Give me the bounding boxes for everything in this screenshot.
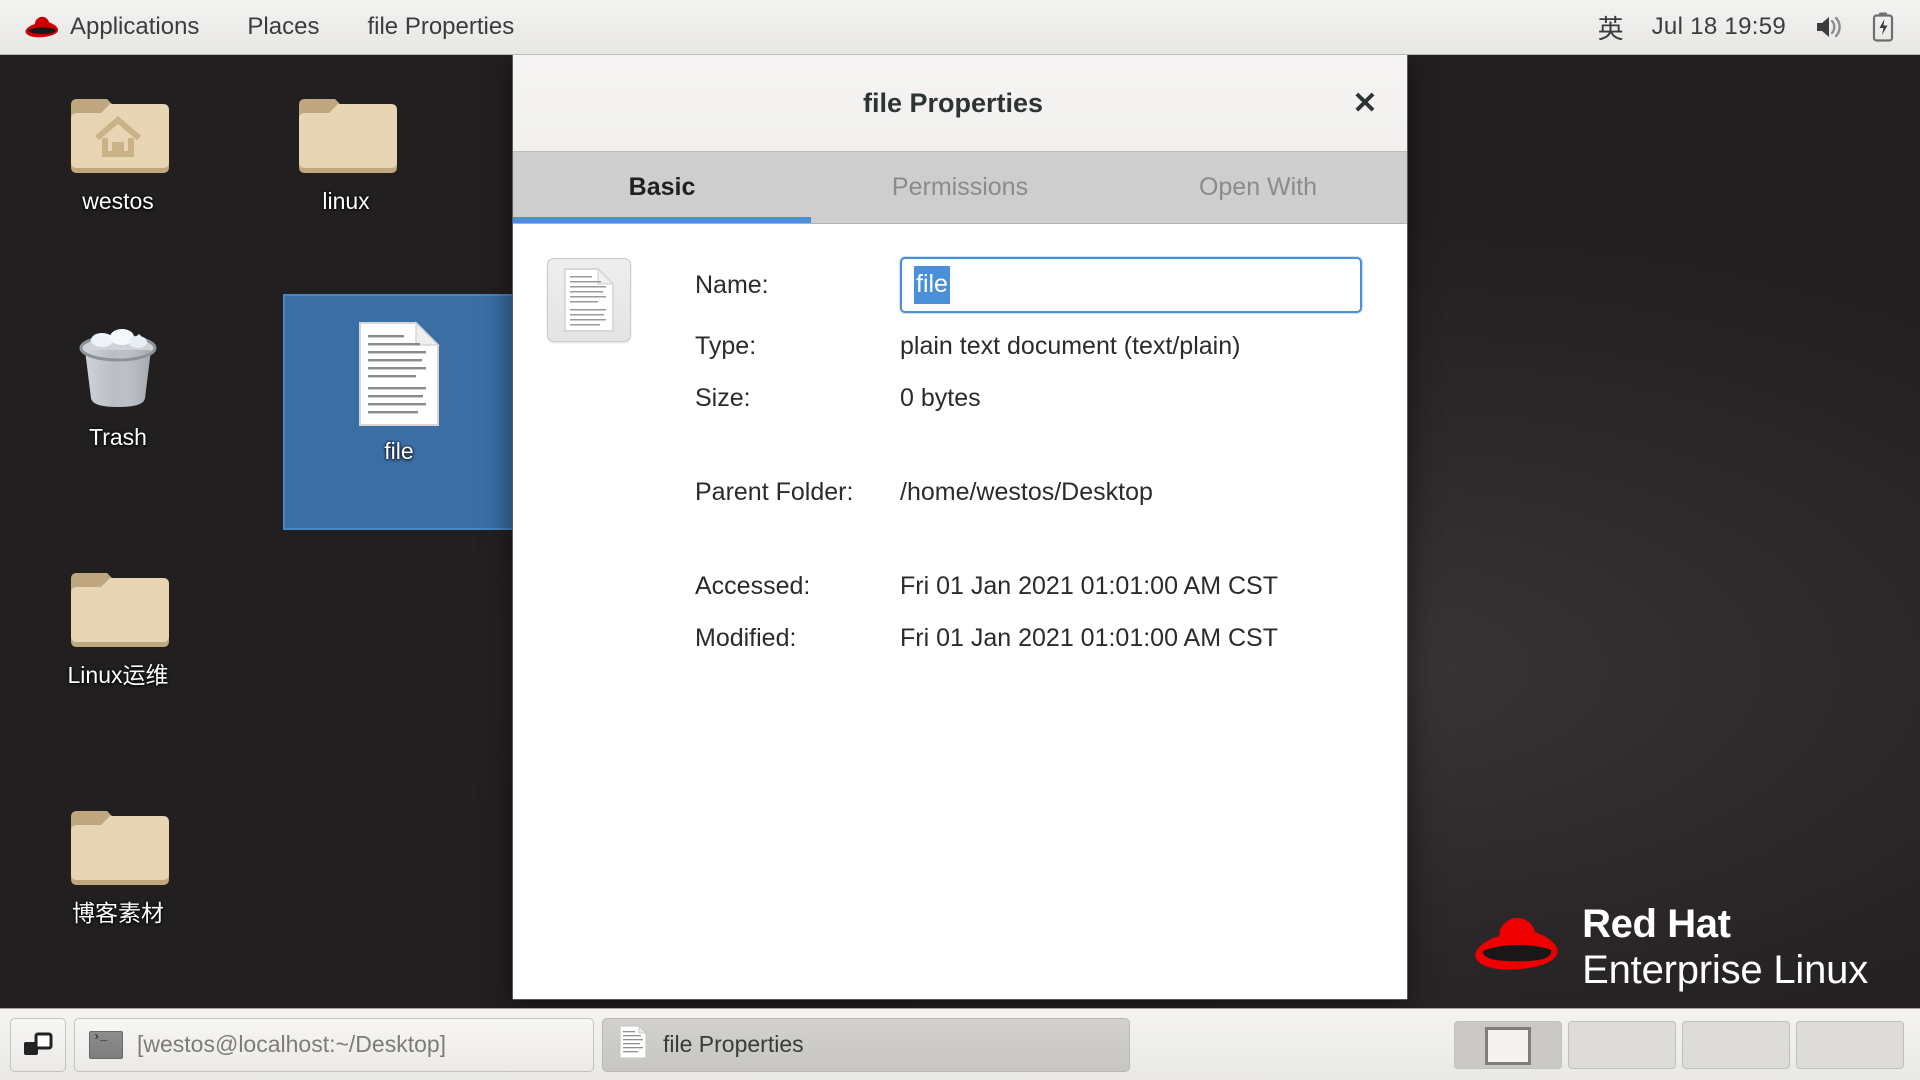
row-parent-folder: Parent Folder: /home/westos/Desktop (695, 466, 1373, 518)
tab-permissions[interactable]: Permissions (811, 152, 1109, 223)
parent-folder-value[interactable]: /home/westos/Desktop (900, 478, 1153, 507)
desktop-icon-linux[interactable]: linux (232, 72, 460, 216)
dialog-titlebar[interactable]: file Properties ✕ (513, 55, 1407, 152)
volume-speaker-icon[interactable] (1800, 14, 1858, 40)
red-hat-logo-icon (25, 14, 59, 41)
row-spacer-1 (695, 424, 1373, 466)
folder-icon (290, 84, 402, 180)
taskbar-item-label: [westos@localhost:~/Desktop] (137, 1031, 447, 1057)
desktop-icon-label: Linux运维 (67, 662, 169, 688)
desktop-icon-westos[interactable]: westos (4, 72, 232, 216)
tab-basic-label: Basic (628, 173, 696, 201)
show-desktop-icon[interactable] (10, 1017, 66, 1072)
tab-basic[interactable]: Basic (513, 152, 811, 223)
row-size: Size: 0 bytes (695, 372, 1373, 424)
desktop-icon-file[interactable]: file (283, 294, 515, 530)
text-document-icon (619, 1024, 648, 1064)
window-menu-label: file Properties (367, 13, 515, 40)
brand-line-2: Enterprise Linux (1582, 948, 1868, 992)
desktop-icon-label: westos (82, 188, 154, 214)
dialog-tabbar: Basic Permissions Open With (513, 152, 1407, 224)
folder-icon (62, 558, 174, 654)
row-type: Type: plain text document (text/plain) (695, 320, 1373, 372)
accessed-value: Fri 01 Jan 2021 01:01:00 AM CST (900, 571, 1278, 600)
trash-icon (62, 320, 174, 416)
taskbar-item-label: file Properties (663, 1031, 804, 1057)
desktop-icon-label: 博客素材 (72, 900, 164, 926)
desktop-icon-label: Trash (89, 424, 147, 450)
file-properties-dialog: file Properties ✕ Basic Permissions Open… (512, 55, 1408, 1000)
applications-menu-label: Applications (70, 13, 200, 40)
desktop-icon-boke-sucai[interactable]: 博客素材 (4, 784, 232, 928)
size-label: Size: (695, 383, 751, 412)
clock-label: Jul 18 19:59 (1651, 13, 1786, 40)
type-value: plain text document (text/plain) (900, 331, 1241, 360)
input-method-indicator[interactable]: 英 (1584, 9, 1638, 46)
file-preview-icon-cell (547, 250, 657, 664)
window-menu-file-properties[interactable]: file Properties (350, 13, 531, 41)
taskbar-item-file-properties[interactable]: file Properties (602, 1017, 1130, 1072)
clock-applet[interactable]: Jul 18 19:59 (1638, 13, 1800, 41)
desktop-icon-label: file (384, 438, 414, 464)
modified-label: Modified: (695, 623, 797, 652)
places-menu-label: Places (247, 13, 320, 40)
type-label: Type: (695, 331, 757, 360)
parent-folder-label: Parent Folder: (695, 477, 854, 506)
ime-label: 英 (1597, 13, 1624, 44)
row-spacer-2 (695, 518, 1373, 560)
workspace-2[interactable] (1568, 1020, 1676, 1069)
name-input[interactable]: file (900, 257, 1362, 313)
taskbar: [westos@localhost:~/Desktop] file Proper… (0, 1008, 1920, 1080)
folder-icon (62, 796, 174, 892)
workspace-3[interactable] (1682, 1020, 1790, 1069)
row-accessed: Accessed: Fri 01 Jan 2021 01:01:00 AM CS… (695, 560, 1373, 612)
workspace-window-preview (1485, 1026, 1531, 1065)
workspace-1[interactable] (1454, 1020, 1562, 1069)
size-value: 0 bytes (900, 383, 981, 412)
dialog-title: file Properties (862, 87, 1044, 118)
row-name: Name: file (695, 250, 1373, 320)
text-document-icon (547, 258, 631, 342)
desktop-icon-trash[interactable]: Trash (4, 308, 232, 452)
taskbar-item-terminal[interactable]: [westos@localhost:~/Desktop] (74, 1017, 594, 1072)
rhel-branding: Red Hat Enterprise Linux (1474, 904, 1868, 990)
workspace-4[interactable] (1796, 1020, 1904, 1069)
dialog-body-basic: Name: file Type: plain text document (te… (513, 224, 1407, 999)
desktop-icon-label: linux (322, 188, 370, 214)
name-input-value: file (914, 266, 950, 304)
terminal-icon (89, 1030, 123, 1059)
close-icon[interactable]: ✕ (1337, 75, 1393, 131)
text-document-icon (343, 318, 455, 430)
row-modified: Modified: Fri 01 Jan 2021 01:01:00 AM CS… (695, 612, 1373, 664)
red-hat-fedora-icon (1474, 912, 1560, 983)
battery-charging-icon[interactable] (1858, 12, 1908, 42)
brand-line-1: Red Hat (1582, 902, 1731, 946)
workspace-switcher (1454, 1018, 1910, 1072)
file-properties-rows: Name: file Type: plain text document (te… (657, 250, 1373, 664)
name-label: Name: (695, 270, 769, 299)
tab-open-with-label: Open With (1198, 173, 1318, 201)
tab-permissions-label: Permissions (891, 173, 1029, 201)
places-menu[interactable]: Places (230, 13, 336, 41)
desktop-icon-linux-yunwei[interactable]: Linux运维 (4, 546, 232, 690)
applications-menu[interactable]: Applications (8, 13, 216, 41)
accessed-label: Accessed: (695, 571, 811, 600)
tab-open-with[interactable]: Open With (1109, 152, 1407, 223)
top-panel: Applications Places file Properties 英 Ju… (0, 0, 1920, 55)
modified-value: Fri 01 Jan 2021 01:01:00 AM CST (900, 623, 1278, 652)
home-folder-icon (62, 84, 174, 180)
